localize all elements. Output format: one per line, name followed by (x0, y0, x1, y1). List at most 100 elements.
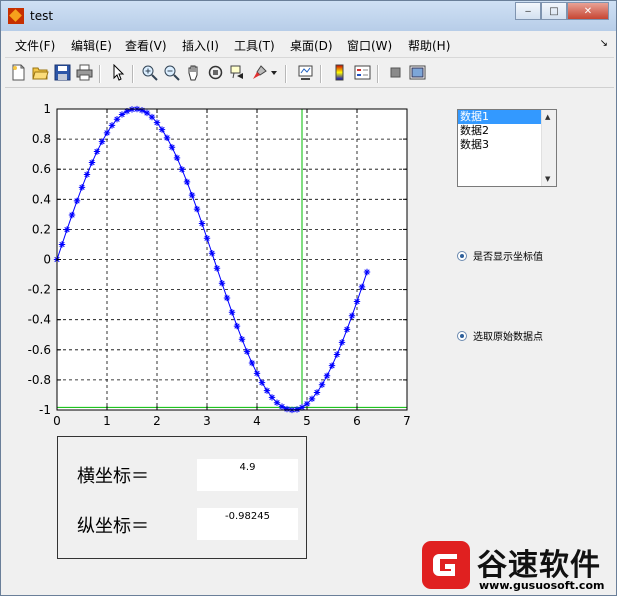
colorbar-icon[interactable] (331, 64, 348, 81)
print-icon[interactable] (76, 64, 93, 81)
data-point-marker (198, 220, 206, 227)
data-point-marker (238, 336, 246, 343)
data-point-marker (118, 111, 126, 118)
x-tick-label: 5 (303, 414, 311, 428)
data-point-marker (78, 184, 86, 191)
data-point-marker (68, 211, 76, 219)
pan-hand-icon[interactable] (185, 64, 202, 81)
show-plot-tools-icon[interactable] (409, 64, 426, 81)
list-option-data2[interactable]: 数据2 (458, 124, 543, 138)
data-point-marker (183, 178, 191, 186)
data-point-marker (228, 309, 236, 316)
listbox-scrollbar[interactable]: ▲ ▼ (541, 110, 556, 186)
watermark: 谷速软件 www.gusuosoft.com (419, 536, 615, 595)
matlab-logo-icon (8, 8, 24, 24)
y-tick-label: -0.6 (28, 343, 51, 357)
link-plot-icon[interactable] (297, 64, 314, 81)
data-cursor-icon[interactable] (229, 64, 246, 81)
maximize-button[interactable]: □ (541, 2, 567, 20)
data-point-marker (218, 280, 226, 287)
y-tick-label: -0.2 (28, 283, 51, 297)
data-point-marker (83, 171, 91, 178)
figure-window: test ‒ □ ✕ 文件(F) 编辑(E) 查看(V) 插入(I) 工具(T)… (0, 0, 617, 596)
data-point-marker (358, 283, 366, 291)
data-point-marker (318, 381, 326, 388)
data-point-marker (153, 119, 161, 126)
data-point-marker (158, 126, 166, 133)
data-point-marker (58, 241, 66, 248)
x-tick-label: 2 (153, 414, 161, 428)
brush-dropdown-icon[interactable] (269, 64, 279, 81)
data-point-marker (93, 148, 101, 155)
x-tick-label: 4 (253, 414, 261, 428)
y-tick-label: 0.6 (32, 162, 51, 176)
scroll-down-icon[interactable]: ▼ (545, 175, 550, 183)
y-tick-label: 0 (43, 253, 51, 267)
legend-icon[interactable] (354, 64, 371, 81)
data-point-marker (88, 159, 96, 166)
pick-raw-point-label: 选取原始数据点 (473, 332, 543, 343)
menu-overflow-icon[interactable]: ↘ (600, 38, 608, 49)
scroll-up-icon[interactable]: ▲ (545, 113, 550, 121)
close-button[interactable]: ✕ (567, 2, 609, 20)
data-point-marker (338, 339, 346, 346)
list-option-data3[interactable]: 数据3 (458, 138, 543, 152)
data-listbox[interactable]: 数据1 数据2 数据3 ▲ ▼ (457, 109, 557, 187)
gusu-logo-icon (422, 541, 470, 589)
zoom-out-icon[interactable] (163, 64, 180, 81)
menu-insert[interactable]: 插入(I) (182, 37, 219, 54)
menu-view[interactable]: 查看(V) (125, 37, 167, 54)
coordinate-panel: 横坐标＝ 4.9 纵坐标＝ -0.98245 (57, 436, 307, 559)
y-tick-label: -0.8 (28, 373, 51, 387)
data-point-marker (258, 379, 266, 386)
y-coord-label: 纵坐标＝ (77, 516, 149, 537)
toolbar (5, 59, 614, 88)
pick-raw-point-radio[interactable]: 选取原始数据点 (457, 328, 543, 343)
radio-checked-icon[interactable] (457, 250, 467, 261)
data-point-marker (168, 144, 176, 151)
zoom-in-icon[interactable] (141, 64, 158, 81)
figure-canvas: 0 1 2 3 4 5 6 7 -1 -0.8 -0.6 -0.4 -0.2 0 0.2 0.4 0.6 0.8 1… (5, 89, 614, 593)
sine-plot-axes[interactable]: 0 1 2 3 4 5 6 7 -1 -0.8 -0.6 -0.4 -0.2 0 0.2 0.4 0.6 0.8 1 (5, 89, 425, 435)
data-point-marker (73, 197, 81, 205)
hide-plot-tools-icon[interactable] (387, 64, 404, 81)
x-tick-label: 0 (53, 414, 61, 428)
y-tick-label: -1 (39, 403, 51, 417)
menu-window[interactable]: 窗口(W) (347, 37, 392, 54)
show-coords-label: 是否显示坐标值 (473, 252, 543, 263)
brush-icon[interactable] (251, 64, 268, 81)
menu-help[interactable]: 帮助(H) (408, 37, 450, 54)
rotate-3d-icon[interactable] (207, 64, 224, 81)
data-point-marker (223, 294, 231, 302)
open-folder-icon[interactable] (32, 64, 49, 81)
y-tick-label: 1 (43, 102, 51, 116)
menu-tools[interactable]: 工具(T) (234, 37, 275, 54)
y-tick-label: 0.8 (32, 132, 51, 146)
data-point-marker (333, 351, 341, 358)
x-tick-label: 6 (353, 414, 361, 428)
data-point-marker (148, 113, 156, 121)
data-point-marker (268, 394, 276, 401)
menu-edit[interactable]: 编辑(E) (71, 37, 112, 54)
data-point-marker (178, 166, 186, 173)
y-tick-label: 0.4 (32, 192, 51, 206)
toolbar-separator (377, 65, 379, 83)
pointer-icon[interactable] (109, 64, 126, 81)
radio-checked-icon[interactable] (457, 330, 467, 341)
watermark-name: 谷速软件 (477, 548, 601, 583)
menu-desktop[interactable]: 桌面(D) (290, 37, 333, 54)
show-coords-radio[interactable]: 是否显示坐标值 (457, 248, 543, 263)
data-point-marker (188, 191, 196, 199)
new-file-icon[interactable] (10, 64, 27, 81)
list-option-data1[interactable]: 数据1 (458, 110, 543, 124)
title-bar[interactable]: test ‒ □ ✕ (1, 1, 616, 31)
data-point-marker (233, 322, 241, 330)
minimize-button[interactable]: ‒ (515, 2, 541, 20)
save-icon[interactable] (54, 64, 71, 81)
y-tick-label: 0.2 (32, 222, 51, 236)
menu-bar: 文件(F) 编辑(E) 查看(V) 插入(I) 工具(T) 桌面(D) 窗口(W… (5, 33, 614, 58)
data-point-marker (108, 122, 116, 129)
menu-file[interactable]: 文件(F) (15, 37, 55, 54)
data-point-marker (163, 134, 171, 142)
data-point-marker (353, 298, 361, 305)
